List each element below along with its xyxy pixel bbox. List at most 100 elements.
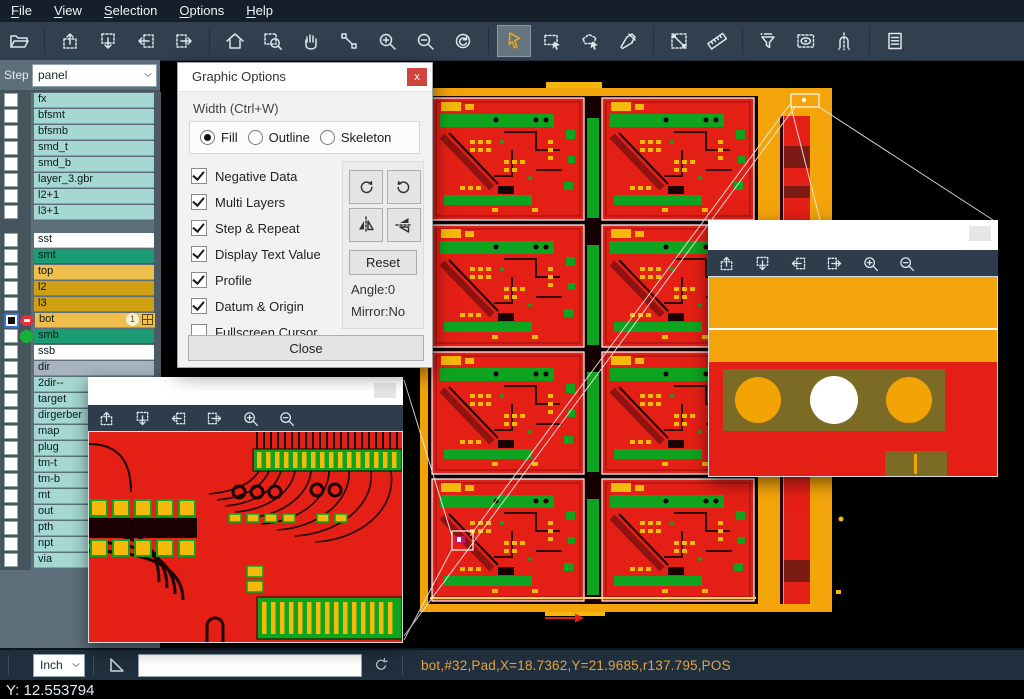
zoom-in-tool[interactable] [370,25,404,57]
layer-name-field[interactable]: l3+1 [34,205,154,220]
layer-name-field[interactable]: sst [34,233,154,248]
pan-up-tool[interactable] [53,25,87,57]
zoom-out-tool[interactable] [408,25,442,57]
report-tool[interactable] [878,25,912,57]
layer-visibility-checkbox[interactable] [4,173,18,187]
layer-name-field[interactable]: ssb [34,345,154,360]
magnifier-window-top-right[interactable] [708,220,998,477]
layer-name-field[interactable]: fx [34,93,154,108]
menu-selection[interactable]: Selection [93,0,168,22]
layer-visibility-checkbox[interactable] [4,205,18,219]
reset-button[interactable]: Reset [349,250,417,275]
layer-name-field[interactable]: smb [34,329,154,344]
dialog-title-bar[interactable]: Graphic Options x [178,63,432,92]
checkbox-display-text-value[interactable]: Display Text Value [191,241,341,267]
menu-file[interactable]: File [0,0,43,22]
angle-tool-icon[interactable] [106,654,128,676]
radio-outline[interactable]: Outline [248,130,310,145]
layer-visibility-checkbox[interactable] [4,313,19,328]
zoom-window-tool[interactable] [256,25,290,57]
pan-left-tool[interactable] [783,250,813,276]
pan-right-tool[interactable] [199,405,229,431]
layer-name-field[interactable]: bfsmt [34,109,154,124]
layer-visibility-checkbox[interactable] [4,265,18,279]
flip-h-button[interactable] [349,208,383,242]
move-vertex-tool[interactable] [332,25,366,57]
command-input[interactable] [138,654,362,677]
layer-visibility-checkbox[interactable] [4,297,18,311]
layer-name-field[interactable]: smd_b [34,157,154,172]
layer-name-field[interactable]: l3 [34,297,154,312]
pan-left-tool[interactable] [129,25,163,57]
magnifier-window-bottom-left[interactable] [88,377,403,643]
open-folder-tool[interactable] [2,25,36,57]
menu-help[interactable]: Help [235,0,284,22]
layer-name-field[interactable]: layer_3.gbr [34,173,154,188]
layer-visibility-checkbox[interactable] [4,537,18,551]
checkbox-multi-layers[interactable]: Multi Layers [191,189,341,215]
unit-select[interactable]: Inch [33,654,85,677]
layer-visibility-checkbox[interactable] [4,521,18,535]
checkbox-profile[interactable]: Profile [191,267,341,293]
layer-visibility-checkbox[interactable] [4,157,18,171]
close-button[interactable]: Close [188,335,424,361]
layer-visibility-checkbox[interactable] [4,329,18,343]
pan-right-tool[interactable] [819,250,849,276]
filter-tool[interactable] [751,25,785,57]
pan-left-tool[interactable] [163,405,193,431]
pan-down-tool[interactable] [91,25,125,57]
pan-down-tool[interactable] [747,250,777,276]
close-icon[interactable]: x [407,68,427,86]
layer-visibility-checkbox[interactable] [4,489,18,503]
refresh-icon[interactable] [372,656,390,674]
flip-v-button[interactable] [387,208,421,242]
window-button[interactable] [374,383,396,398]
layer-name-field[interactable]: bfsmb [34,125,154,140]
zoom-in-tool[interactable] [235,405,265,431]
menu-options[interactable]: Options [168,0,235,22]
rotate-ccw-button[interactable] [387,170,421,204]
layer-visibility-checkbox[interactable] [4,409,18,423]
layer-visibility-checkbox[interactable] [4,473,18,487]
layer-visibility-checkbox[interactable] [4,249,18,263]
layer-visibility-checkbox[interactable] [4,457,18,471]
layer-visibility-checkbox[interactable] [4,553,18,567]
layer-name-field[interactable]: top [34,265,154,280]
layer-visibility-checkbox[interactable] [4,125,18,139]
ruler-tool[interactable] [700,25,734,57]
layer-visibility-checkbox[interactable] [4,93,18,107]
poly-select-tool[interactable] [573,25,607,57]
pan-hand-tool[interactable] [294,25,328,57]
snap-search-tool[interactable] [827,25,861,57]
layer-name-field[interactable]: l2+1 [34,189,154,204]
pan-down-tool[interactable] [127,405,157,431]
menu-view[interactable]: View [43,0,93,22]
layer-name-field[interactable]: dir [34,361,154,376]
layer-visibility-checkbox[interactable] [4,233,18,247]
layer-visibility-checkbox[interactable] [4,505,18,519]
layer-name-field[interactable]: l2 [34,281,154,296]
pan-right-tool[interactable] [167,25,201,57]
layer-visibility-checkbox[interactable] [4,345,18,359]
measure-distance-tool[interactable] [662,25,696,57]
pan-up-tool[interactable] [91,405,121,431]
rotate-cw-button[interactable] [349,170,383,204]
layer-name-field[interactable]: smd_t [34,141,154,156]
layer-visibility-checkbox[interactable] [4,109,18,123]
layer-visibility-checkbox[interactable] [4,281,18,295]
checkbox-step-repeat[interactable]: Step & Repeat [191,215,341,241]
layer-name-field[interactable]: bot1 [35,313,155,328]
zoom-in-tool[interactable] [855,250,885,276]
zoom-out-tool[interactable] [271,405,301,431]
step-select[interactable]: panel [32,64,157,87]
layer-visibility-checkbox[interactable] [4,141,18,155]
radio-fill[interactable]: Fill [200,130,238,145]
layer-visibility-checkbox[interactable] [4,425,18,439]
window-button[interactable] [969,226,991,241]
zoom-previous-tool[interactable] [446,25,480,57]
radio-skeleton[interactable]: Skeleton [320,130,392,145]
view-frame-tool[interactable] [789,25,823,57]
layer-visibility-checkbox[interactable] [4,189,18,203]
layer-name-field[interactable]: smt [34,249,154,264]
checkbox-datum-origin[interactable]: Datum & Origin [191,293,341,319]
